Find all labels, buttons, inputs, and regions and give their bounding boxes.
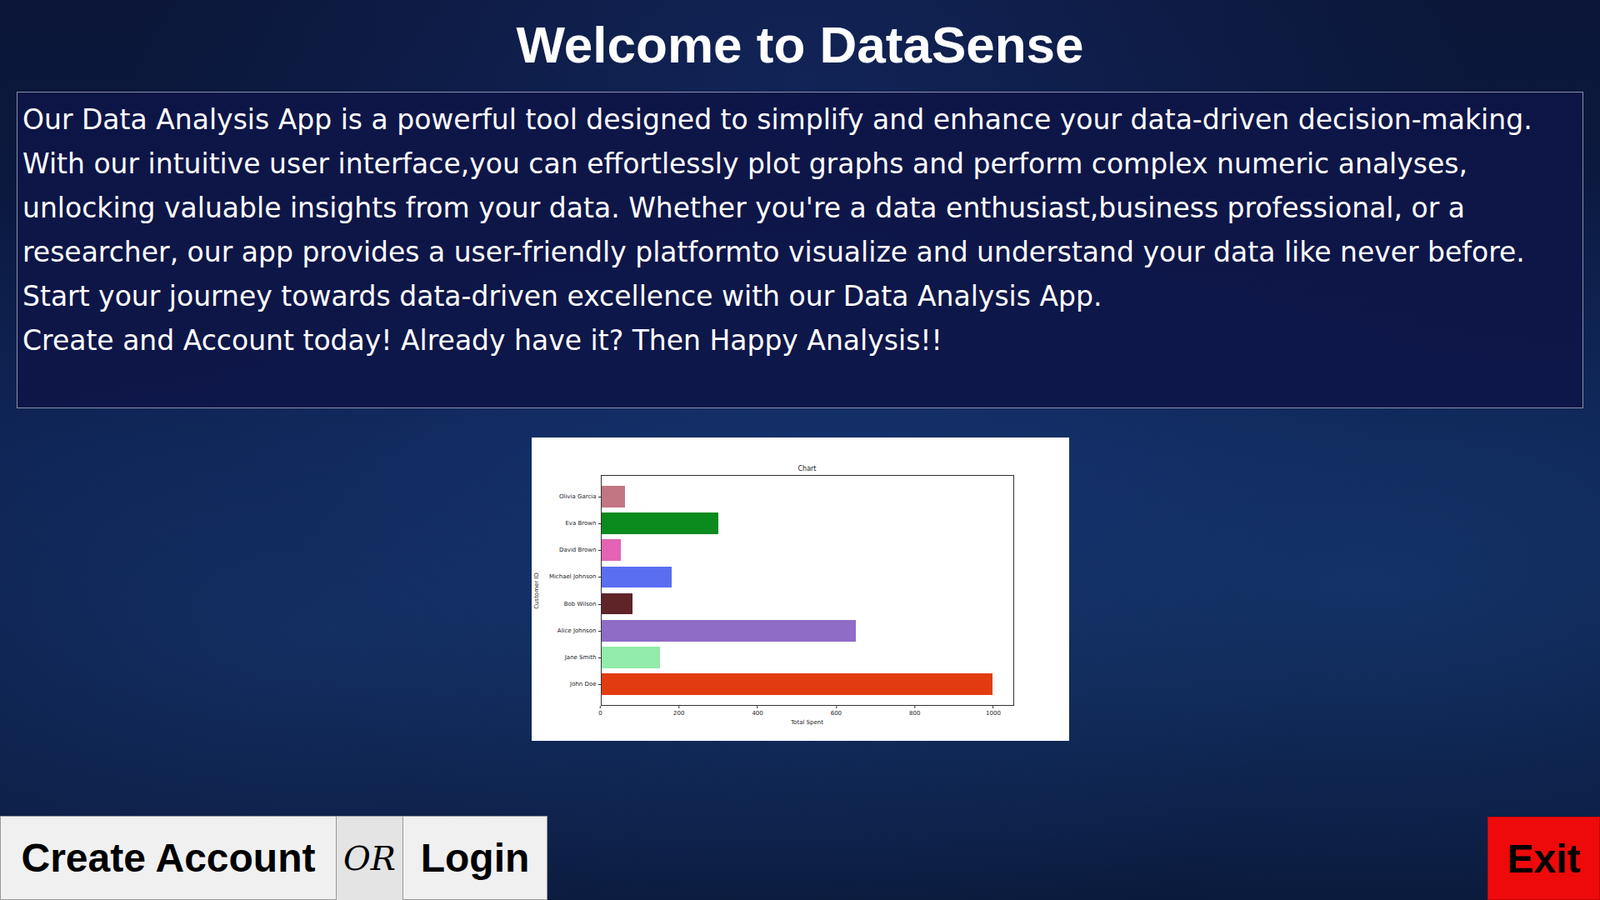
x-tick: 600 bbox=[830, 705, 842, 717]
auth-buttons: Create AccountORLogin bbox=[0, 815, 548, 900]
category-labels: Olivia GarciaEva BrownDavid BrownMichael… bbox=[541, 475, 601, 706]
category-label: Eva Brown bbox=[541, 510, 601, 537]
tick-label: 800 bbox=[909, 710, 920, 717]
bar-row bbox=[601, 644, 1014, 671]
tick-mark bbox=[992, 705, 994, 709]
login-button[interactable]: Login bbox=[402, 815, 548, 900]
tick-label: 200 bbox=[673, 710, 685, 717]
bar bbox=[601, 673, 994, 695]
bar bbox=[601, 593, 634, 615]
category-label: Michael Johnson bbox=[541, 563, 601, 590]
tick-mark bbox=[600, 705, 601, 709]
bar bbox=[601, 485, 625, 508]
bar-chart: ChartCustomer IDOlivia GarciaEva BrownDa… bbox=[531, 437, 1070, 741]
exit-button[interactable]: Exit bbox=[1487, 816, 1600, 900]
intro-panel: Our Data Analysis App is a powerful tool… bbox=[16, 91, 1584, 409]
x-tick: 800 bbox=[909, 705, 920, 717]
chart-area: ChartCustomer IDOlivia GarciaEva BrownDa… bbox=[0, 437, 1600, 741]
tick-mark bbox=[914, 705, 915, 709]
x-tick: 1000 bbox=[985, 705, 1001, 717]
bar bbox=[601, 566, 673, 589]
category-label: Alice Johnson bbox=[541, 617, 601, 645]
bar bbox=[601, 512, 720, 535]
tick-label: 400 bbox=[751, 710, 763, 717]
app-title: Welcome to DataSense bbox=[0, 0, 1600, 92]
x-tick: 200 bbox=[673, 705, 685, 717]
bar-row bbox=[601, 670, 1014, 698]
x-tick: 400 bbox=[751, 705, 763, 717]
category-label: Bob Wilson bbox=[541, 590, 601, 618]
bar-row bbox=[601, 510, 1014, 537]
bar-row bbox=[601, 536, 1014, 564]
plot-area bbox=[600, 475, 1015, 706]
bar-row bbox=[601, 617, 1014, 645]
category-label: Olivia Garcia bbox=[541, 483, 601, 510]
intro-paragraph: Our Data Analysis App is a powerful tool… bbox=[22, 97, 1578, 275]
tick-label: 600 bbox=[830, 710, 842, 717]
create-account-button[interactable]: Create Account bbox=[0, 815, 337, 900]
bar-row bbox=[601, 563, 1014, 590]
y-axis-label: Customer ID bbox=[533, 572, 540, 610]
action-bar: Create AccountORLogin Exit bbox=[0, 815, 1600, 900]
y-axis: Customer ID bbox=[531, 475, 542, 706]
x-tick: 0 bbox=[598, 705, 602, 717]
intro-paragraph: Start your journey towards data-driven e… bbox=[22, 274, 1578, 319]
category-label: John Doe bbox=[541, 670, 601, 698]
x-axis: 0 200 400 600 800 1000 bbox=[600, 705, 1015, 720]
bar-row bbox=[601, 483, 1014, 510]
bar-row bbox=[601, 590, 1014, 618]
bar bbox=[601, 646, 660, 669]
tick-mark bbox=[678, 705, 680, 709]
tick-mark bbox=[757, 705, 759, 709]
category-label: Jane Smith bbox=[541, 644, 601, 671]
x-axis-label: Total Spent bbox=[600, 719, 1015, 731]
tick-label: 0 bbox=[598, 710, 602, 717]
bar bbox=[601, 620, 856, 642]
category-label: David Brown bbox=[541, 536, 601, 564]
tick-label: 1000 bbox=[985, 710, 1001, 717]
intro-paragraph: Create and Account today! Already have i… bbox=[22, 318, 1578, 363]
tick-mark bbox=[835, 705, 837, 709]
bar bbox=[601, 539, 621, 561]
chart-title: Chart bbox=[600, 437, 1015, 475]
or-label: OR bbox=[336, 815, 403, 900]
